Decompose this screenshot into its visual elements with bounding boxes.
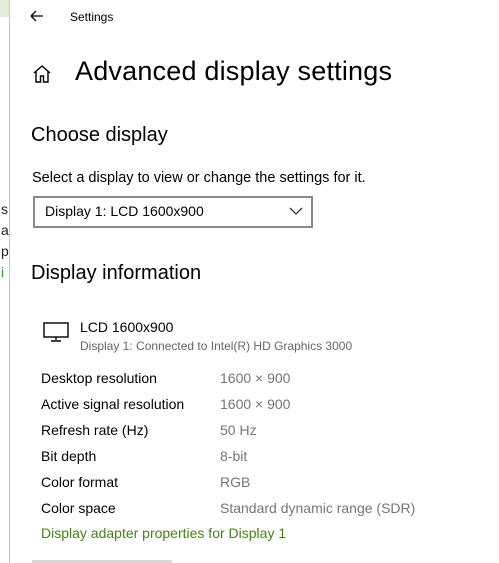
info-label-color-space: Color space [41, 500, 116, 516]
home-icon[interactable] [31, 63, 53, 85]
info-label-desktop-resolution: Desktop resolution [41, 370, 157, 386]
info-value-bit-depth: 8-bit [220, 448, 248, 464]
display-select-dropdown[interactable]: Display 1: LCD 1600x900 [33, 196, 313, 228]
title-bar: Settings [10, 0, 499, 34]
display-adapter-properties-link[interactable]: Display adapter properties for Display 1 [41, 525, 286, 541]
background-text-fragment: p [1, 243, 9, 259]
background-window: s a p i [0, 0, 10, 563]
display-information-heading: Display information [31, 262, 202, 284]
background-text-fragment: i [1, 264, 5, 280]
back-arrow-icon [30, 10, 43, 22]
info-label-active-signal-resolution: Active signal resolution [41, 396, 185, 412]
info-value-color-format: RGB [220, 474, 251, 490]
background-text-fragment: s [1, 201, 8, 217]
display-select-value: Display 1: LCD 1600x900 [45, 203, 204, 219]
info-value-desktop-resolution: 1600 × 900 [220, 370, 291, 386]
info-label-bit-depth: Bit depth [41, 448, 97, 464]
page-title: Advanced display settings [75, 56, 393, 86]
monitor-icon [43, 322, 69, 342]
monitor-connection: Display 1: Connected to Intel(R) HD Grap… [80, 339, 353, 353]
choose-display-heading: Choose display [31, 124, 168, 146]
info-value-refresh-rate: 50 Hz [220, 422, 257, 438]
settings-window: Settings Advanced display settings Choos… [10, 0, 499, 563]
info-label-color-format: Color format [41, 474, 119, 490]
monitor-name: LCD 1600x900 [80, 319, 174, 335]
background-window-titlebar [0, 0, 9, 17]
app-title: Settings [70, 10, 114, 24]
back-button[interactable] [22, 5, 50, 27]
chevron-down-icon [289, 207, 303, 215]
cropped-content [32, 554, 182, 563]
info-value-color-space: Standard dynamic range (SDR) [220, 500, 416, 516]
choose-display-description: Select a display to view or change the s… [32, 170, 366, 186]
info-label-refresh-rate: Refresh rate (Hz) [41, 422, 149, 438]
info-value-active-signal-resolution: 1600 × 900 [220, 396, 291, 412]
background-text-fragment: a [1, 222, 9, 238]
